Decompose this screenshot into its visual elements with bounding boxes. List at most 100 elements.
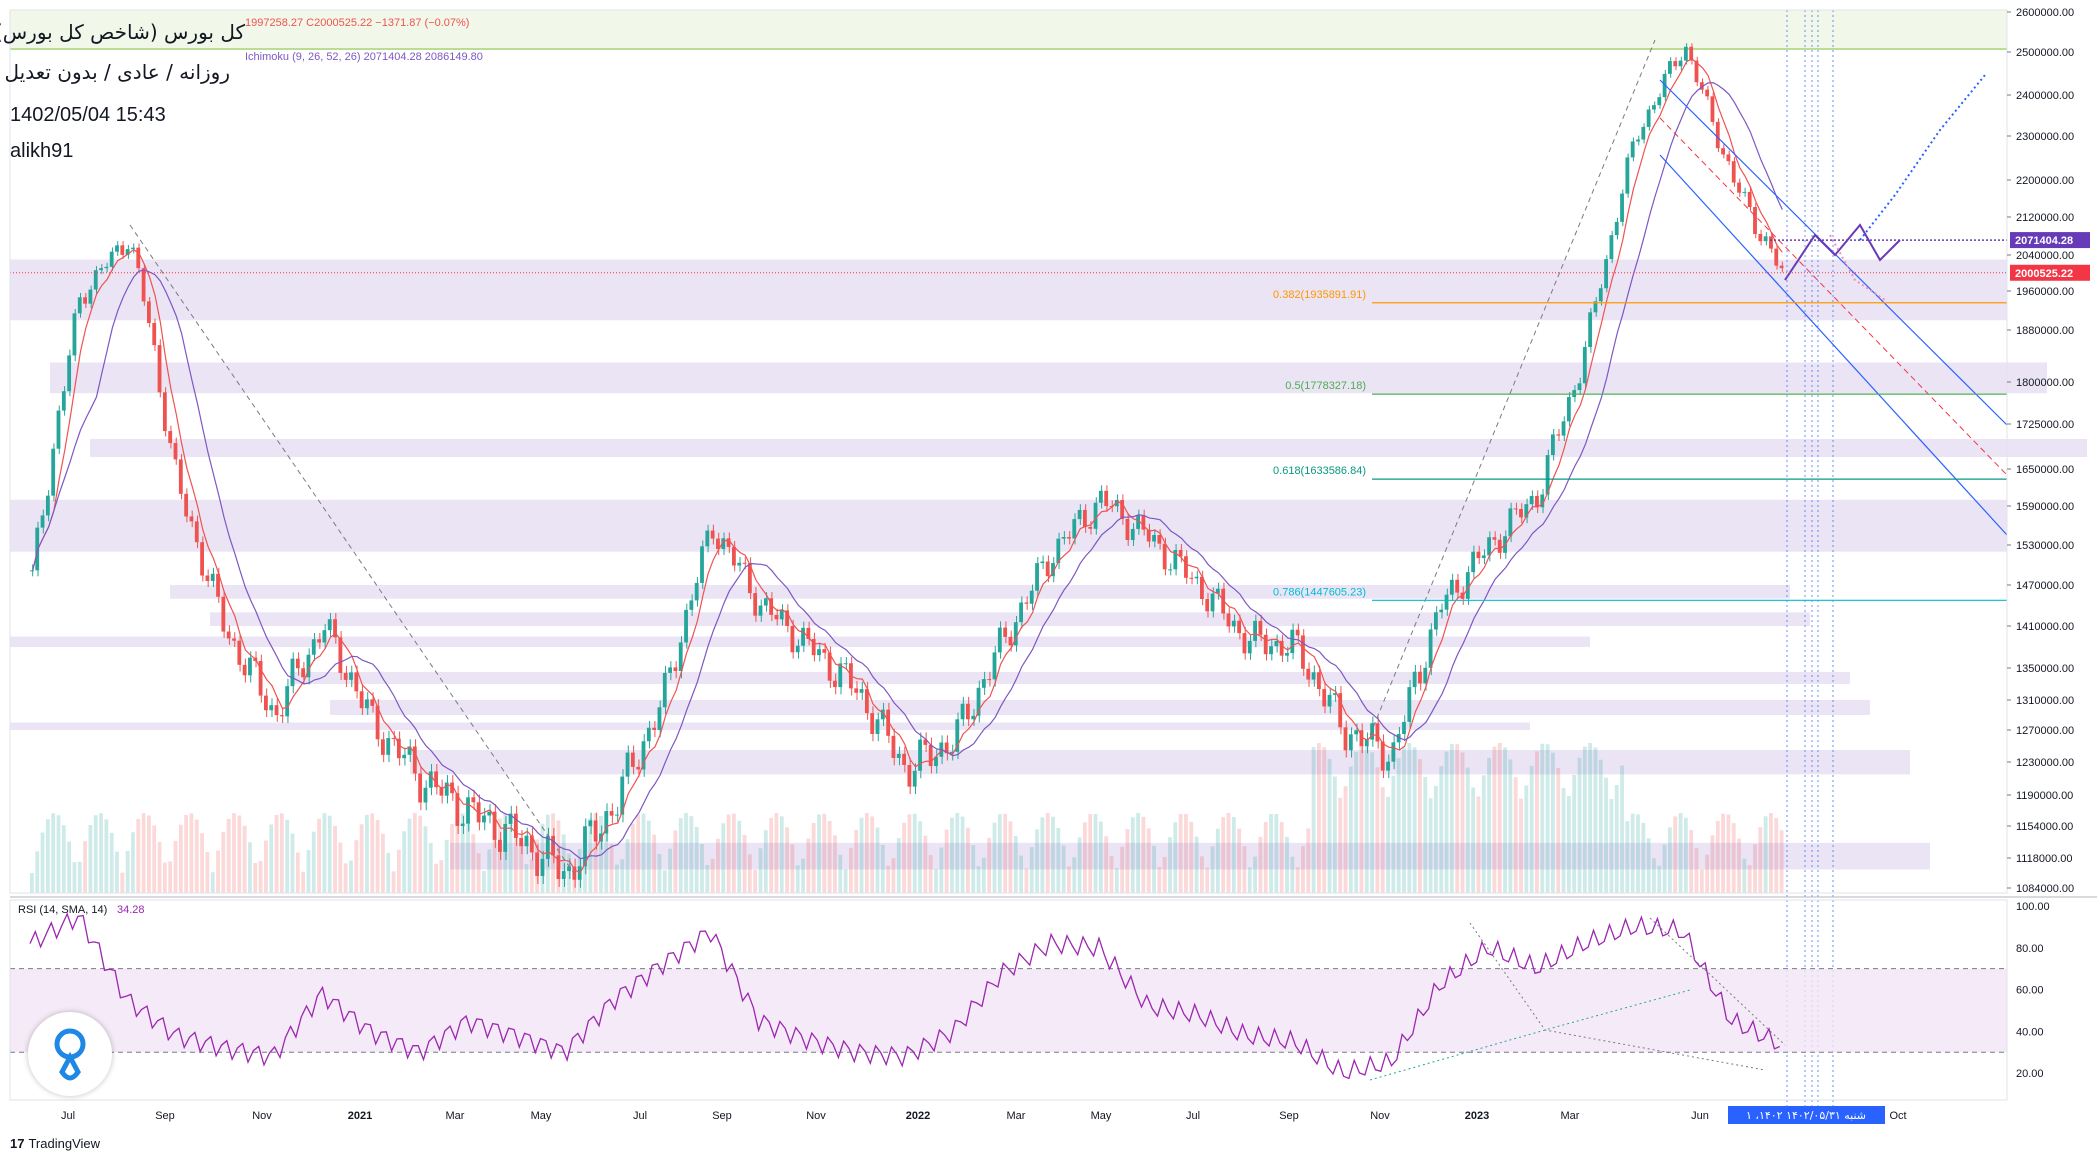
candle: [1077, 509, 1082, 520]
price-tick-label: 2400000.00: [2016, 90, 2074, 102]
volume-bar: [615, 864, 619, 893]
candle: [1439, 609, 1444, 613]
candle: [317, 639, 321, 643]
candle: [147, 301, 151, 324]
volume-bar: [843, 869, 848, 893]
volume-bar: [710, 858, 715, 893]
candle: [742, 562, 747, 564]
volume-bar: [1152, 845, 1156, 893]
candle: [232, 638, 236, 641]
volume-bar: [1008, 821, 1013, 893]
volume-bar: [1322, 747, 1327, 893]
candle: [1402, 721, 1406, 734]
time-tick-label: May: [531, 1110, 552, 1122]
candle: [758, 605, 763, 616]
candle: [1306, 668, 1311, 680]
candle: [30, 570, 34, 572]
time-tick-label: Jul: [633, 1110, 647, 1122]
volume-bar: [1040, 817, 1045, 893]
price-tick-label: 1350000.00: [2016, 663, 2074, 675]
candle: [40, 515, 45, 528]
candle: [354, 672, 359, 692]
candle: [1152, 535, 1156, 542]
candle: [99, 268, 103, 271]
candle: [1529, 495, 1534, 505]
candle: [774, 614, 779, 620]
candle: [1317, 672, 1321, 690]
volume-bar: [630, 823, 635, 893]
volume-bar: [45, 819, 50, 893]
time-tick-label: Jul: [61, 1110, 75, 1122]
volume-bar: [833, 835, 837, 893]
volume-bar: [641, 813, 646, 893]
candle: [1779, 265, 1784, 269]
volume-bar: [1130, 817, 1135, 893]
candle: [1551, 434, 1555, 456]
candle: [779, 610, 784, 620]
volume-bar: [1609, 799, 1614, 893]
rsi-panel: RSI (14, SMA, 14) 34.28: [10, 904, 2007, 1081]
volume-bar: [327, 815, 332, 893]
candle: [1476, 551, 1481, 559]
volume-bar: [1146, 828, 1151, 893]
zone: [10, 636, 1590, 647]
candle: [790, 626, 795, 653]
candle: [1588, 312, 1593, 347]
ohlc-readout: 1997258.27 C2000525.22 −1371.87 (−0.07%): [245, 17, 470, 29]
price-tick-label: 1410000.00: [2016, 621, 2074, 633]
volume-bar: [311, 831, 316, 893]
volume-bar: [131, 832, 135, 893]
volume-bar: [152, 825, 157, 893]
volume-bar: [1258, 836, 1263, 893]
candle: [1652, 105, 1656, 110]
candle: [1072, 519, 1077, 539]
fib-label: 0.618(1633586.84): [1273, 465, 1366, 477]
candle: [609, 811, 614, 816]
volume-bar: [551, 813, 555, 893]
volume-bar: [51, 813, 56, 893]
volume-bar: [981, 857, 986, 893]
candle: [221, 596, 226, 632]
price-chart[interactable]: 0.382(1935891.91) 0.5(1778327.18) 0.618(16…: [0, 0, 2097, 1164]
volume-bar: [35, 851, 40, 893]
volume-bar: [221, 831, 226, 893]
candle: [801, 627, 805, 646]
volume-bar: [1418, 759, 1422, 893]
candle: [732, 546, 736, 566]
candle: [705, 530, 710, 547]
candle: [83, 297, 87, 304]
volume-bar: [67, 841, 72, 893]
volume-bar: [1263, 821, 1268, 893]
candle: [386, 738, 391, 755]
candle: [1449, 579, 1454, 595]
price-tick-label: 1590000.00: [2016, 501, 2074, 513]
volume-bar: [1481, 775, 1486, 893]
volume-bar: [1178, 814, 1183, 893]
candle: [1487, 537, 1491, 556]
candle: [200, 542, 204, 576]
volume-bar: [811, 823, 816, 893]
candle: [338, 637, 343, 673]
volume-bar: [386, 852, 391, 893]
volume-bar: [657, 853, 662, 893]
price-tick-label: 1960000.00: [2016, 286, 2074, 298]
candle: [710, 530, 715, 539]
candle: [918, 739, 922, 771]
candle: [1620, 193, 1624, 222]
volume-bar: [721, 823, 726, 893]
volume-bar: [147, 815, 151, 893]
volume-bar: [1077, 837, 1082, 893]
volume-bar: [1577, 757, 1582, 893]
volume-bar: [1200, 856, 1204, 893]
candle: [795, 645, 800, 653]
volume-bar: [83, 841, 87, 893]
volume-bar: [1492, 746, 1497, 893]
volume-bar: [1114, 868, 1119, 893]
candle: [301, 668, 306, 678]
candle: [1742, 191, 1747, 193]
tradingview-brand[interactable]: 17 TradingView: [10, 1136, 100, 1151]
candle: [1354, 730, 1359, 735]
price-tick-label: 1650000.00: [2016, 464, 2074, 476]
zone: [10, 722, 1530, 730]
zone: [50, 362, 2047, 394]
